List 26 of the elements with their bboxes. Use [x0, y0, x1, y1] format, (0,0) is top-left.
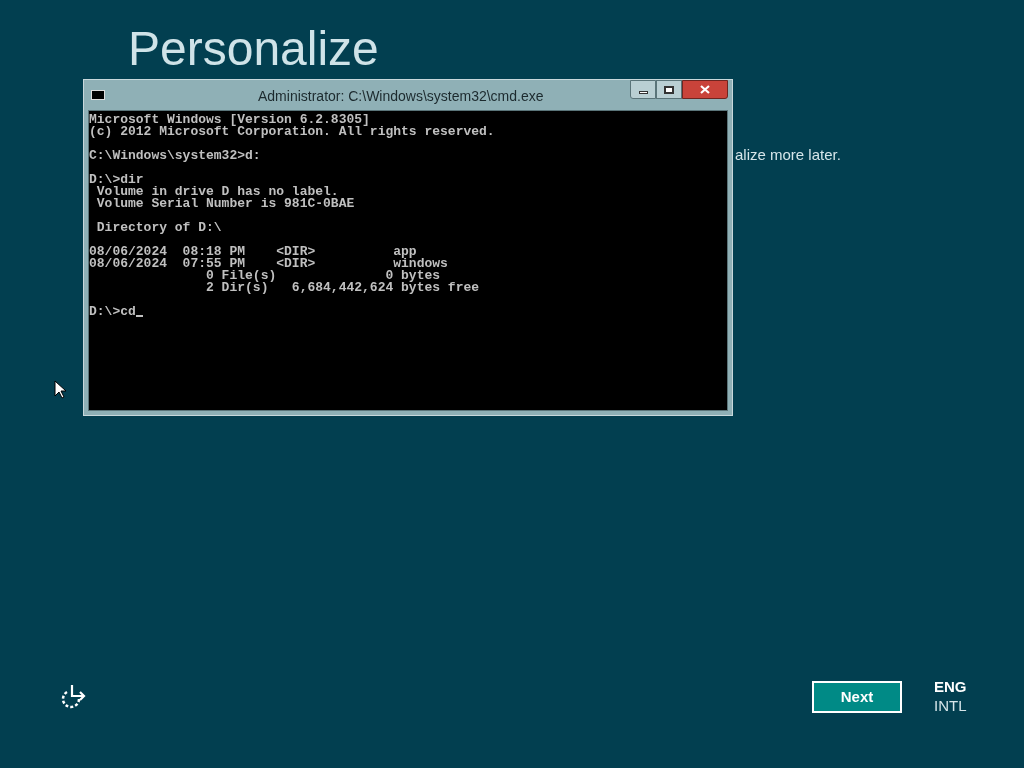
close-icon [700, 85, 710, 94]
keyboard-layout[interactable]: INTL [934, 696, 967, 716]
console-line: Directory of D:\ [95, 222, 222, 234]
page-heading: Personalize [128, 22, 379, 76]
text-cursor [135, 315, 143, 317]
page-hint: alize more later. [735, 145, 841, 165]
console-line: 08/06/2024 08:18 PM <DIR> app [89, 246, 417, 258]
console-line: (c) 2012 Microsoft Corporation. All rights reserved. [89, 126, 495, 138]
console-icon [91, 90, 105, 100]
minimize-button[interactable] [630, 80, 656, 99]
language-code[interactable]: ENG [934, 678, 967, 696]
accessibility-icon[interactable] [59, 683, 87, 709]
console-line: Volume Serial Number is 981C-0BAE [95, 198, 355, 210]
console-line: 08/06/2024 07:55 PM <DIR> windows [89, 258, 448, 270]
console-line: D:\>dir [89, 174, 144, 186]
mouse-pointer-icon [54, 380, 66, 399]
window-title: Administrator: C:\Windows\system32\cmd.exe [258, 87, 544, 106]
console-line: 2 Dir(s) 6,684,442,624 bytes free [205, 282, 480, 294]
console-line: 0 File(s) 0 bytes [205, 270, 441, 282]
next-button[interactable]: Next [812, 681, 902, 713]
console-line: Microsoft Windows [Version 6.2.8305] [89, 114, 370, 126]
console-line: Volume in drive D has no label. [95, 186, 339, 198]
console-line: D:\>cd [89, 306, 136, 318]
console-line: C:\Windows\system32>d: [89, 150, 261, 162]
close-button[interactable] [682, 80, 728, 99]
maximize-button[interactable] [656, 80, 682, 99]
